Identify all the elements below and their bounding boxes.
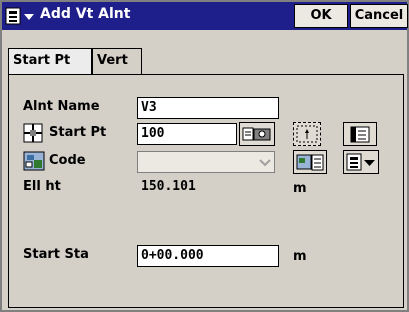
code-list-icon [296, 154, 324, 171]
cancel-button[interactable]: Cancel [350, 4, 408, 28]
ell-ht-value: 150.101 [137, 177, 277, 199]
start-sta-input[interactable]: 0+00.000 [137, 245, 279, 267]
list-icon [350, 126, 370, 143]
menu-icon [5, 7, 34, 25]
tab-vert[interactable]: Vert [92, 48, 142, 74]
code-list-button[interactable] [293, 150, 327, 174]
dropdown-icon [346, 153, 375, 171]
start-sta-label: Start Sta [23, 247, 89, 262]
alnt-name-label: Alnt Name [23, 99, 100, 114]
tab-panel: Alnt Name V3 Start Pt 100 Code Ell ht 15… [8, 74, 404, 308]
dialog-window: Add Vt Alnt OK Cancel Start Pt Vert Alnt… [0, 0, 409, 312]
map-select-button[interactable] [293, 122, 321, 146]
code-label: Code [49, 153, 86, 168]
alnt-name-input[interactable]: V3 [137, 97, 279, 119]
title-menu-button[interactable] [5, 5, 37, 27]
start-pt-input[interactable]: 100 [137, 123, 237, 145]
code-select[interactable] [137, 151, 275, 173]
title-bar: Add Vt Alnt OK Cancel [2, 2, 408, 30]
code-icon [23, 151, 45, 171]
start-pt-label: Start Pt [49, 125, 107, 140]
ok-button[interactable]: OK [294, 4, 348, 28]
chevron-down-icon [259, 159, 271, 167]
list-button[interactable] [343, 122, 377, 146]
ell-ht-label: Ell ht [23, 179, 61, 194]
code-menu-button[interactable] [343, 150, 379, 174]
crosshair-icon [23, 123, 43, 143]
window-title: Add Vt Alnt [40, 6, 131, 22]
camera-icon [242, 127, 271, 141]
map-select-icon [296, 125, 318, 143]
start-sta-unit: m [293, 249, 307, 264]
tab-start-pt[interactable]: Start Pt [8, 48, 92, 75]
ell-ht-unit: m [293, 181, 307, 196]
camera-button[interactable] [239, 122, 275, 146]
